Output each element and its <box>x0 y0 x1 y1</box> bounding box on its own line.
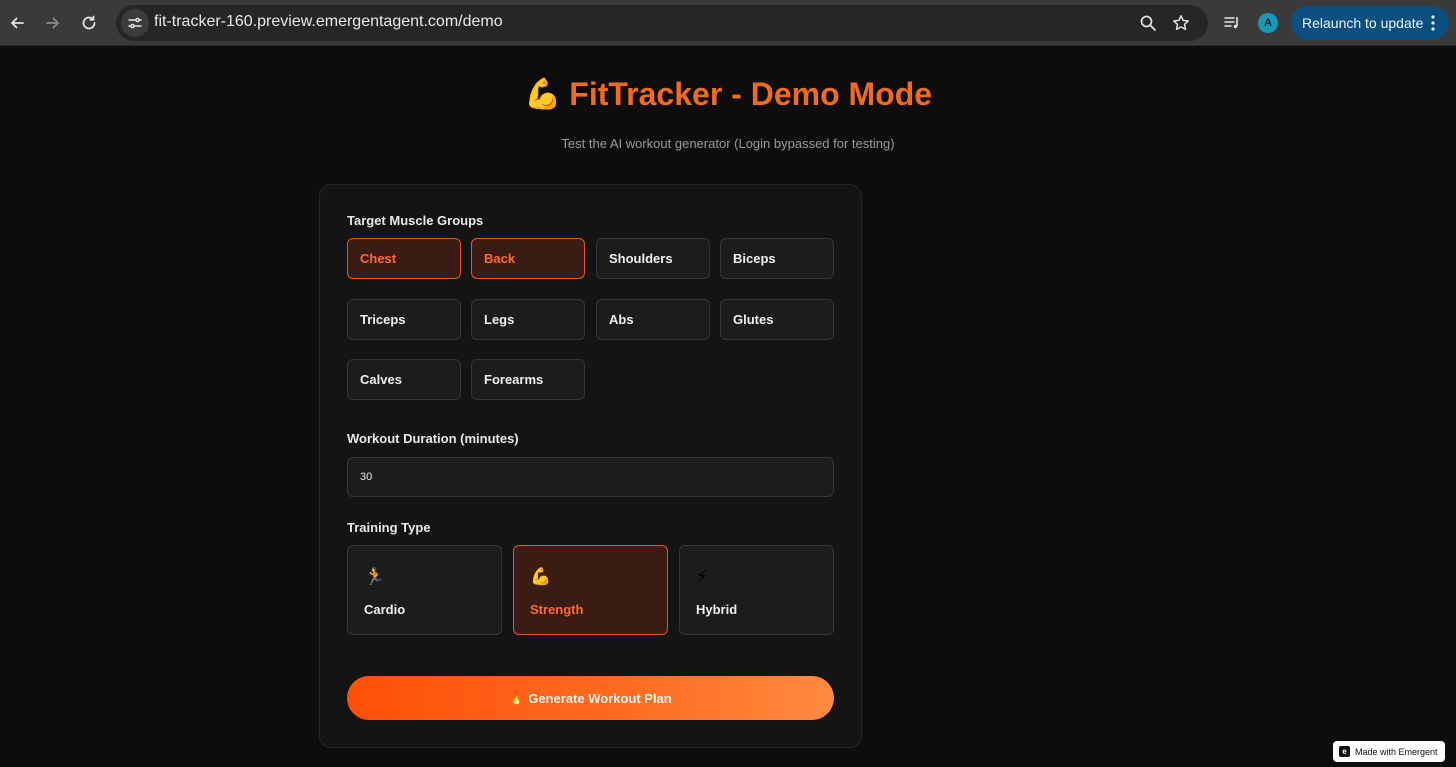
muscle-glutes-button[interactable]: Glutes <box>720 299 834 340</box>
flexed-biceps-icon: 💪 <box>523 77 562 111</box>
muscle-groups-label: Target Muscle Groups <box>347 213 484 228</box>
zoom-icon[interactable] <box>1136 11 1160 35</box>
generate-workout-button[interactable]: 🔥 Generate Workout Plan <box>347 676 834 720</box>
address-bar[interactable]: fit-tracker-160.preview.emergentagent.co… <box>116 5 1208 41</box>
generate-workout-label: Generate Workout Plan <box>528 690 672 706</box>
page-content: 💪 FitTracker - Demo Mode Test the AI wor… <box>0 46 1456 767</box>
page-title: FitTracker - Demo Mode <box>569 76 933 112</box>
duration-label: Workout Duration (minutes) <box>347 431 519 446</box>
lightning-icon: ⚡ <box>696 567 708 586</box>
more-menu-icon[interactable] <box>1425 15 1441 31</box>
muscle-back-button[interactable]: Back <box>471 238 585 279</box>
reload-icon[interactable] <box>75 9 103 37</box>
relaunch-label: Relaunch to update <box>1302 15 1424 31</box>
fire-icon: 🔥 <box>509 691 525 705</box>
page-header: 💪 FitTracker - Demo Mode <box>0 76 1456 113</box>
back-icon[interactable] <box>3 9 31 37</box>
emergent-logo-icon: e <box>1339 746 1350 757</box>
training-type-label-strength: Strength <box>530 602 584 617</box>
url-text[interactable]: fit-tracker-160.preview.emergentagent.co… <box>154 13 503 31</box>
flexed-biceps-icon: 💪 <box>530 567 552 586</box>
badge-label: Made with Emergent <box>1355 746 1438 757</box>
muscle-chest-button[interactable]: Chest <box>347 238 461 279</box>
muscle-abs-button[interactable]: Abs <box>596 299 710 340</box>
training-type-label-cardio: Cardio <box>364 602 406 617</box>
training-type-hybrid[interactable]: ⚡ Hybrid <box>679 545 834 635</box>
forward-icon[interactable] <box>39 9 67 37</box>
muscle-triceps-button[interactable]: Triceps <box>347 299 461 340</box>
training-type-label-hybrid: Hybrid <box>696 602 738 617</box>
runner-icon: 🏃 <box>364 567 386 586</box>
muscle-calves-button[interactable]: Calves <box>347 359 461 400</box>
page-subtitle: Test the AI workout generator (Login byp… <box>561 136 895 151</box>
muscle-legs-button[interactable]: Legs <box>471 299 585 340</box>
muscle-forearms-button[interactable]: Forearms <box>471 359 585 400</box>
training-type-cardio[interactable]: 🏃 Cardio <box>347 545 502 635</box>
profile-avatar[interactable]: A <box>1258 13 1278 33</box>
made-with-emergent-badge[interactable]: e Made with Emergent <box>1333 741 1445 762</box>
duration-input[interactable]: 30 <box>347 457 834 497</box>
media-controls-icon[interactable] <box>1220 11 1244 35</box>
muscle-shoulders-button[interactable]: Shoulders <box>596 238 710 279</box>
browser-toolbar: fit-tracker-160.preview.emergentagent.co… <box>0 0 1456 46</box>
training-type-strength[interactable]: 💪 Strength <box>513 545 668 635</box>
workout-form-card: Target Muscle Groups Chest Back Shoulder… <box>319 184 862 748</box>
training-type-label: Training Type <box>347 520 431 535</box>
bookmark-star-icon[interactable] <box>1169 11 1193 35</box>
muscle-biceps-button[interactable]: Biceps <box>720 238 834 279</box>
site-settings-icon[interactable] <box>121 9 149 37</box>
relaunch-button[interactable]: Relaunch to update <box>1291 6 1449 40</box>
